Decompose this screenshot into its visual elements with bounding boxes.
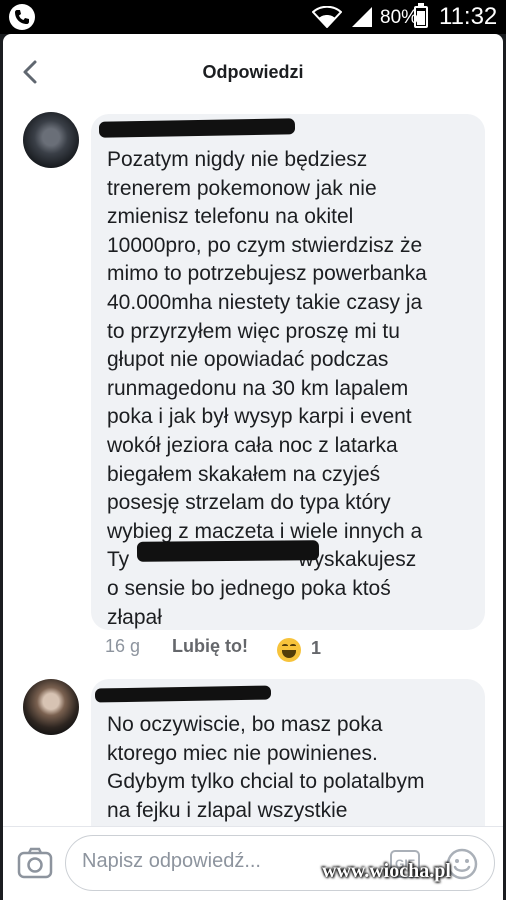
redacted-author-name — [98, 118, 296, 138]
comment-line: trenerem pokemonow jak nie — [107, 176, 377, 200]
phone-call-icon — [9, 4, 35, 30]
comment-line: na fejku i zlapal wszystkie — [107, 798, 348, 822]
comment-line: głupot nie opowiadać podczas — [107, 348, 389, 372]
comment-time: 16 g — [105, 636, 141, 656]
replies-panel: Odpowiedzi Pozatym nigdy nie będziesz tre… — [3, 34, 503, 900]
comment-line: zmienisz telefonu na okitel — [107, 205, 354, 229]
like-button[interactable]: Lubię to! — [172, 636, 248, 664]
comment-line: posesję strzelam do typa który — [107, 491, 391, 515]
comment-line: runmagedonu na 30 km lapalem — [107, 376, 409, 400]
comment-line: ktorego miec nie powinienes. — [107, 741, 378, 765]
header: Odpowiedzi — [3, 34, 503, 108]
redacted-author-name — [94, 685, 272, 703]
comment-line: mimo to potrzebujesz powerbanka — [107, 262, 427, 286]
comment-line: 40.000mha niestety takie czasy ja — [107, 290, 423, 314]
comment-line: Pozatym nigdy nie będziesz — [107, 148, 368, 171]
avatar[interactable] — [23, 679, 79, 735]
battery-icon — [414, 3, 428, 28]
wifi-icon — [312, 6, 342, 28]
comment-line: Gdybym tylko chcial to polatalbym — [107, 770, 425, 794]
signal-icon — [352, 7, 372, 27]
redacted-mention — [136, 540, 320, 562]
comment-line: biegałem skakałem na czyjeś — [107, 462, 381, 486]
status-bar: 80% 11:32 — [0, 0, 506, 34]
comment-line: złapał — [107, 605, 162, 629]
comment-line: wokół jeziora cała noc z latarka — [107, 433, 398, 457]
battery-percent: 80% — [380, 7, 419, 28]
page-title: Odpowiedzi — [202, 62, 304, 82]
reaction-count[interactable]: 1 — [311, 638, 321, 659]
comment-bubble: Pozatym nigdy nie będziesz trenerem pokem… — [91, 114, 485, 630]
reply-input[interactable] — [82, 850, 362, 873]
haha-emoji-icon[interactable] — [277, 638, 301, 662]
camera-icon[interactable] — [15, 843, 55, 883]
comment-line: o sensie bo jednego poka ktoś — [107, 576, 391, 600]
comment-line: 10000pro, po czym stwierdzisz że — [107, 233, 423, 257]
comment-line: No oczywiscie, bo masz poka — [107, 713, 383, 736]
watermark: www.wiocha.pl — [322, 860, 451, 882]
comment-line: to przyrzyłem więc proszę mi tu — [107, 319, 400, 343]
comment-line: poka i jak był wysyp karpi i event — [107, 405, 412, 429]
clock: 11:32 — [439, 3, 498, 30]
comment-text: No oczywiscie, bo masz poka ktorego miec … — [107, 711, 424, 825]
avatar[interactable] — [23, 112, 79, 168]
